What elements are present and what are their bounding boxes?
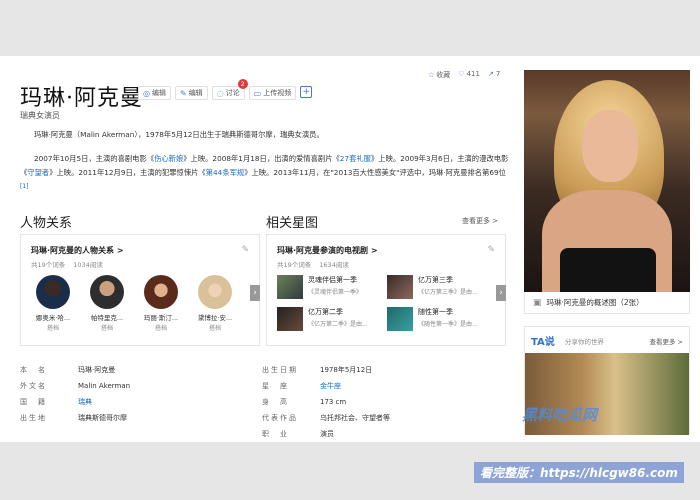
next-arrow-icon[interactable]: › [496,285,506,301]
show-thumbnail [387,275,413,299]
photo-dress [560,248,656,292]
relations-heading: 人物关系 [20,216,73,231]
relations-meta: 共19个词条 1034阅读 [31,261,103,269]
ta-subtitle: 分享你的世界 [565,338,604,346]
discuss-button[interactable]: ◌ 讨论 2 [211,79,248,100]
add-icon[interactable]: + [300,86,313,98]
view-more-link[interactable]: 查看更多 > [462,216,498,226]
next-arrow-icon[interactable]: › [250,285,260,301]
action-bar: ◎ 编辑 ✎ 编辑 ◌ 讨论 2 ▭ 上传视频 + [138,79,313,100]
show-thumbnail [277,307,303,331]
like-button[interactable]: ♡ 411 [458,70,480,80]
info-row: 国 籍瑞典 身 高 173 cm [20,397,347,407]
avatar [90,275,124,309]
people-list: 娜奥米·哈... 搭档 帕特里克... 搭档 玛丽·斯汀... 搭档 黛博拉·安… [31,275,237,332]
sidebar: ▣ 玛琳·阿克曼的概述图（2张） TA说 分享你的世界 查看更多 > [524,70,690,435]
thumb-up-icon: ♡ [458,70,465,78]
career-paragraph: 2007年10月5日，主演的喜剧电影《伤心新娘》上映。2008年1月18日，出演… [20,154,509,190]
shows-grid: 灵魂伴侣第一季 《灵魂伴侣第一季》 亿万第三季 《亿万第三季》是由... 亿万第二季… [277,275,497,331]
citation-link[interactable]: [1] [20,183,29,190]
related-meta: 共19个词条 1634阅读 [277,261,349,269]
stats-bar: ☆ 收藏 ♡ 411 ↗ 7 [428,70,500,80]
movie-link[interactable]: 伤心新娘 [154,154,183,163]
person-item[interactable]: 玛丽·斯汀... 搭档 [139,275,183,332]
person-item[interactable]: 黛博拉·安... 搭档 [193,275,237,332]
info-row: 出生地 瑞典斯德哥尔摩 代表作品 乌托邦社会、守望者等 [20,414,390,422]
avatar [144,275,178,309]
video-icon: ▭ [253,88,262,98]
show-thumbnail [277,275,303,299]
discuss-count-badge: 2 [237,79,248,89]
intro-paragraph: 玛琳·阿克曼（Malin Akerman），1978年5月12日出生于瑞典斯德哥… [34,130,324,139]
edit-icon: ✎ [179,88,187,98]
show-item[interactable]: 随性第一季 《随性第一季》是由... [387,307,497,331]
upload-video-button[interactable]: ▭ 上传视频 [248,86,297,100]
show-item[interactable]: 亿万第三季 《亿万第三季》是由... [387,275,497,299]
page-subtitle: 瑞典女演员 [20,111,60,120]
show-item[interactable]: 亿万第二季 《亿万第二季》是由... [277,307,387,331]
related-card-title[interactable]: 玛琳·阿克曼参演的电视剧 > [277,245,378,256]
photo-face [582,110,638,182]
nationality-link[interactable]: 瑞典 [78,397,262,407]
avatar [198,275,232,309]
share-icon: ↗ [487,70,494,78]
report-button[interactable]: ◎ 编辑 [138,86,171,100]
person-item[interactable]: 娜奥米·哈... 搭档 [31,275,75,332]
related-heading: 相关星图 [266,216,319,231]
zodiac-link[interactable]: 金牛座 [320,381,504,391]
show-item[interactable]: 灵魂伴侣第一季 《灵魂伴侣第一季》 [277,275,387,299]
movie-link[interactable]: 27套礼服 [340,154,371,163]
basic-info-table: 本 名玛琳·阿克曼 出生日期 1978年5月12日 外文名 Malin Akerma… [20,362,512,442]
info-row: 外文名 Malin Akerman 星 座金牛座 [20,378,512,394]
watermark-text: 黑料吃瓜网 [522,406,598,424]
ta-view-more[interactable]: 查看更多 > [649,336,683,346]
report-icon: ◎ [143,88,150,98]
edit-pencil-icon[interactable]: ✎ [241,245,249,255]
movie-link[interactable]: 第44条军规 [206,168,244,177]
watermark-url: 看完整版：https://hlcgw86.com [474,462,684,483]
info-row: 本 名玛琳·阿克曼 出生日期 1978年5月12日 [20,366,373,374]
relations-card: 玛琳·阿克曼的人物关系 > 共19个词条 1034阅读 ✎ 娜奥米·哈... 搭… [20,234,260,346]
favorite-button[interactable]: ☆ 收藏 [428,70,450,80]
image-icon: ▣ [533,297,542,308]
edit-pencil-icon[interactable]: ✎ [487,245,495,255]
profile-photo[interactable] [524,70,690,292]
movie-link[interactable]: 守望者 [27,168,49,177]
avatar [36,275,70,309]
main-content: 玛琳·阿克曼 瑞典女演员 ◎ 编辑 ✎ 编辑 ◌ 讨论 2 ▭ 上传视频 + ☆ 收藏 ♡ 4… [18,56,518,442]
photo-caption[interactable]: ▣ 玛琳·阿克曼的概述图（2张） [524,292,690,314]
relations-card-title[interactable]: 玛琳·阿克曼的人物关系 > [31,245,124,256]
page-title: 玛琳·阿克曼 [20,86,143,111]
star-icon: ☆ [428,71,435,79]
discuss-icon: ◌ [216,88,224,98]
encyclopedia-page: 玛琳·阿克曼 瑞典女演员 ◎ 编辑 ✎ 编辑 ◌ 讨论 2 ▭ 上传视频 + ☆ 收藏 ♡ 4… [0,56,700,442]
info-row: 职 业演员 [262,430,334,438]
share-button[interactable]: ↗ 7 [488,70,500,80]
person-item[interactable]: 帕特里克... 搭档 [85,275,129,332]
edit-button[interactable]: ✎ 编辑 [174,86,208,100]
ta-logo: TA说 [531,337,555,348]
show-thumbnail [387,307,413,331]
related-card: 玛琳·阿克曼参演的电视剧 > 共19个词条 1634阅读 ✎ 灵魂伴侣第一季 《灵… [266,234,506,346]
